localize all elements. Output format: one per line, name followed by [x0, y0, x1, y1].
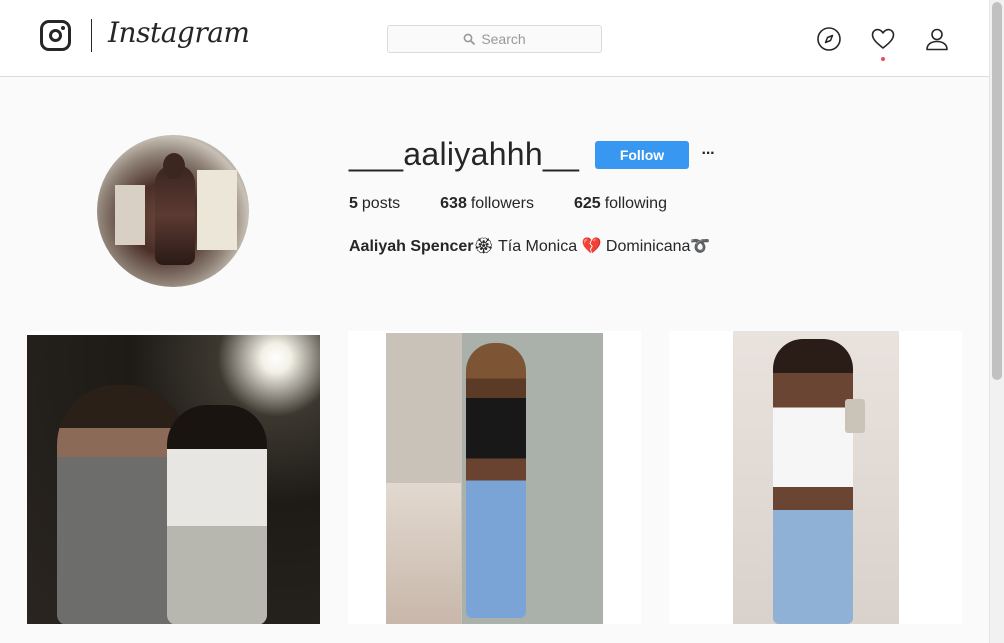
- search-icon: [463, 33, 476, 45]
- instagram-wordmark[interactable]: Instagram: [108, 16, 250, 49]
- page-scrollbar[interactable]: [989, 0, 1004, 643]
- avatar-head: [163, 153, 185, 179]
- profile-icon[interactable]: [924, 26, 950, 52]
- profile-username: ___aaliyahhh__: [349, 136, 580, 172]
- followers-stat[interactable]: 638 followers: [440, 195, 534, 213]
- avatar-figure: [155, 165, 195, 265]
- profile-full-name: Aaliyah Spencer: [349, 238, 474, 255]
- followers-count: 638: [440, 195, 467, 212]
- post-thumbnail[interactable]: [27, 331, 320, 624]
- post-thumbnail[interactable]: [348, 331, 641, 624]
- following-count: 625: [574, 195, 601, 212]
- instagram-camera-icon[interactable]: [40, 20, 71, 51]
- followers-label: followers: [470, 195, 534, 212]
- post-image-phone: [845, 399, 865, 433]
- notification-dot: [881, 57, 885, 61]
- post-image-person: [773, 339, 853, 624]
- following-stat[interactable]: 625 following: [574, 195, 667, 213]
- avatar-background-light: [197, 170, 237, 250]
- posts-count: 5: [349, 195, 358, 212]
- post-image: [27, 335, 320, 624]
- camera-lens-shape: [49, 29, 62, 42]
- post-image: [386, 333, 603, 624]
- logo-divider: [91, 19, 92, 52]
- post-image-bed: [386, 483, 461, 624]
- avatar-background-door: [115, 185, 145, 245]
- profile-bio: Aaliyah Spencer🏵 Tía Monica 💔 Dominicana…: [349, 236, 710, 256]
- post-image-person: [466, 343, 526, 618]
- camera-flash-dot: [61, 26, 65, 30]
- profile-stats: 5 posts 638 followers 625 following: [349, 195, 707, 213]
- more-options-icon[interactable]: ···: [699, 143, 717, 165]
- following-label: following: [604, 195, 667, 212]
- explore-compass-icon[interactable]: [816, 26, 842, 52]
- profile-bio-text: 🏵 Tía Monica 💔 Dominicana➰: [473, 238, 711, 255]
- scrollbar-thumb[interactable]: [992, 2, 1002, 380]
- profile-avatar[interactable]: [97, 135, 249, 287]
- search-input[interactable]: Search: [387, 25, 602, 53]
- activity-heart-icon[interactable]: [870, 26, 896, 52]
- follow-button[interactable]: Follow: [595, 141, 689, 169]
- search-placeholder: Search: [481, 31, 526, 47]
- post-image: [733, 331, 899, 624]
- posts-stat: 5 posts: [349, 195, 400, 213]
- top-nav-bar: Instagram Search: [0, 0, 989, 77]
- posts-label: posts: [361, 195, 401, 212]
- post-thumbnail[interactable]: [669, 331, 962, 624]
- post-image-person: [167, 405, 267, 624]
